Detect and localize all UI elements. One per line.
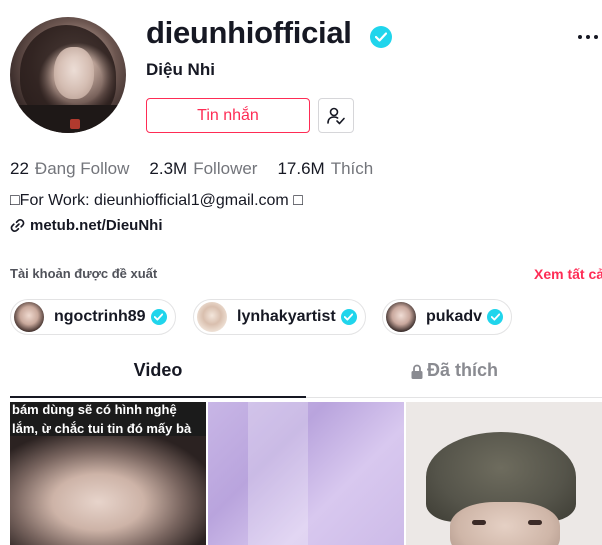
suggested-accounts-title: Tài khoản được đề xuất [10,266,158,281]
suggested-account-avatar [197,302,227,332]
stat-following-count: 22 [10,159,29,178]
profile-nickname: Diệu Nhi [146,60,215,79]
suggested-account-name: lynhakyartist [237,308,336,325]
suggested-account-avatar [14,302,44,332]
video-thumbnail[interactable]: bám dùng sẽ có hình nghệ lắm, ừ chắc tui… [10,402,206,545]
more-options-icon[interactable] [578,28,602,46]
stat-following[interactable]: 22 Đang Follow [10,159,129,179]
suggested-account-avatar [386,302,416,332]
stat-likes: 17.6M Thích [277,159,373,179]
tab-liked[interactable]: Đã thích [306,360,602,398]
link-icon [10,218,25,233]
verified-badge-icon [150,309,167,325]
tab-video-label: Video [133,360,183,380]
profile-username: dieunhiofficial [146,15,352,50]
stat-following-label: Đang Follow [34,159,130,178]
verified-badge-icon [370,26,392,48]
message-button[interactable]: Tin nhắn [146,98,310,133]
video-caption-line: bám dùng sẽ có hình nghệ [12,402,177,417]
stat-followers-count: 2.3M [149,159,188,178]
video-caption: bám dùng sẽ có hình nghệ lắm, ừ chắc tui… [12,402,206,438]
video-caption-line: lắm, ừ chắc tui tin đó mấy bà [12,421,192,436]
lock-icon [411,364,423,379]
profile-link-text: metub.net/DieuNhi [30,217,163,234]
profile-avatar[interactable] [10,17,126,133]
profile-stats: 22 Đang Follow 2.3M Follower 17.6M Thích [10,159,393,179]
stat-followers-label: Follower [193,159,258,178]
stat-likes-label: Thích [330,159,374,178]
suggested-account-chip[interactable]: lynhakyartist [193,299,366,335]
follow-user-icon [327,107,345,124]
suggested-account-chip[interactable]: pukadv [382,299,513,335]
see-all-link[interactable]: Xem tất cả [534,266,602,282]
profile-link[interactable]: metub.net/DieuNhi [10,217,163,234]
suggested-account-chip[interactable]: ngoctrinh89 [10,299,176,335]
stat-likes-count: 17.6M [277,159,325,178]
video-thumbnail[interactable] [208,402,404,545]
profile-tabs: Video Đã thích [10,360,602,398]
profile-bio: □For Work: dieunhiofficial1@gmail.com □ [10,192,303,209]
verified-badge-icon [487,309,504,325]
verified-badge-icon [340,309,357,325]
suggested-account-name: pukadv [426,308,483,325]
tab-liked-label: Đã thích [426,360,498,380]
stat-followers[interactable]: 2.3M Follower [149,159,257,179]
tab-video[interactable]: Video [10,360,306,398]
follow-user-button[interactable] [318,98,354,133]
active-tab-indicator [10,396,306,398]
suggested-account-name: ngoctrinh89 [54,308,146,325]
video-thumbnail[interactable] [406,402,602,545]
